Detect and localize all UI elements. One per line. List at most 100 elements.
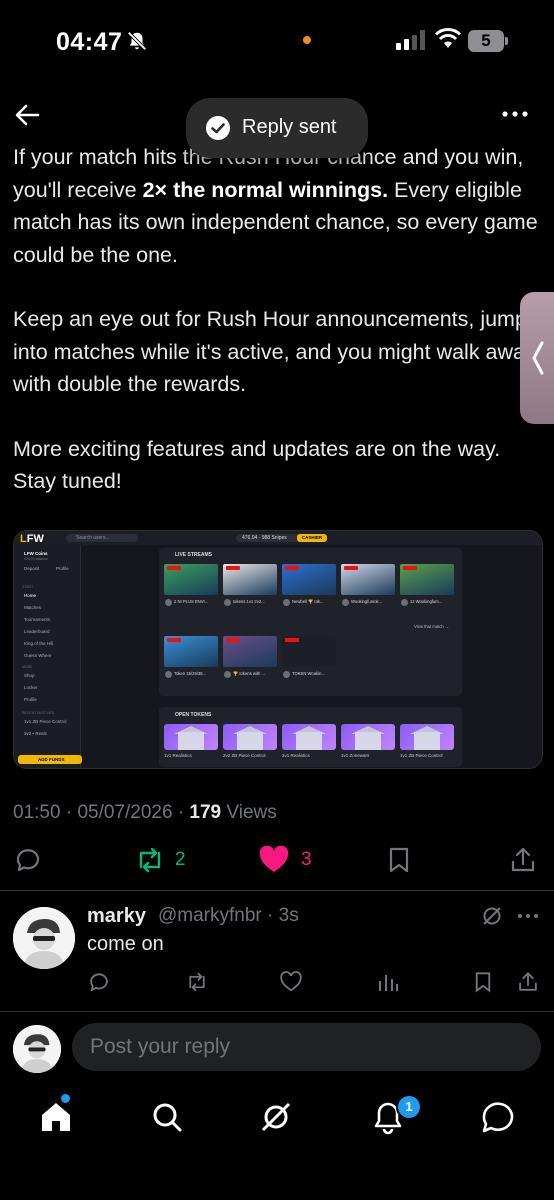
stream-thumbnail <box>282 564 336 595</box>
post-body: If your match hits the Rush Hour chance … <box>13 141 543 530</box>
repost-count: 2 <box>175 849 186 870</box>
search-icon[interactable] <box>147 1097 187 1137</box>
wifi-icon <box>434 28 462 48</box>
back-arrow-icon[interactable] <box>12 100 42 130</box>
reply-author-handle[interactable]: @markyfnbr · 3s <box>158 905 299 927</box>
avatar <box>13 1025 61 1073</box>
avatar <box>224 599 231 606</box>
heart-icon[interactable] <box>279 971 303 993</box>
post-paragraph: Keep an eye out for Rush Hour announceme… <box>13 303 543 401</box>
repost-icon[interactable] <box>134 846 166 874</box>
stream-thumbnail <box>223 564 277 595</box>
share-icon[interactable] <box>509 846 537 874</box>
post-paragraph: More exciting features and updates are o… <box>13 433 543 498</box>
more-options-icon[interactable] <box>498 102 532 126</box>
token-house <box>355 732 381 750</box>
token-card <box>400 724 454 750</box>
image-sidebar-section: START <box>22 585 34 589</box>
more-options-icon[interactable] <box>516 910 540 922</box>
stream-title: 2 NI PLUS ENVI... <box>174 599 209 604</box>
post-image[interactable]: LFW Search users... 476.04 · 988 Snipes … <box>13 530 543 769</box>
image-sidebar-item: Profile <box>24 697 37 702</box>
signal-icon <box>396 30 425 50</box>
image-account-sub: 476.04 balance <box>24 557 48 561</box>
token-card <box>341 724 395 750</box>
stream-thumbnail <box>400 564 454 595</box>
image-cashier-button: CASHIER <box>297 534 327 542</box>
reply-input[interactable] <box>72 1023 541 1071</box>
stream-thumbnail <box>223 636 277 667</box>
image-open-tokens-title: OPEN TOKENS <box>175 712 212 718</box>
divider <box>0 1011 554 1012</box>
image-sidebar-item: Tournaments <box>24 617 51 622</box>
home-indicator-dot <box>61 1094 70 1103</box>
messages-icon[interactable] <box>478 1097 518 1137</box>
stream-title: Wookingfumok... <box>351 599 383 604</box>
reply-sent-toast: Reply sent <box>186 98 368 158</box>
live-badge <box>226 566 240 570</box>
lfw-logo: LFW <box>20 533 44 545</box>
image-sidebar: LFW Coins 476.04 balance Deposit Profile… <box>14 545 82 768</box>
live-badge <box>403 566 417 570</box>
reply-text: come on <box>87 933 164 955</box>
image-account-name: LFW Coins <box>24 551 48 556</box>
grok-icon[interactable] <box>481 905 503 927</box>
stream-meta: tokens 1v1 2v2... <box>223 598 277 618</box>
stream-thumbnail <box>164 636 218 667</box>
notifications-badge: 1 <box>396 1094 422 1120</box>
token-label: 2v2 ZB Piece Control <box>223 753 266 758</box>
token-card <box>164 724 218 750</box>
post-meta: 01:50 · 05/07/2026 · 179 Views <box>13 802 277 823</box>
image-sidebar-item: Shop <box>24 673 35 678</box>
avatar <box>165 599 172 606</box>
stream-title: tokens 1v1 2v2... <box>233 599 265 604</box>
bookmark-icon[interactable] <box>473 971 493 993</box>
paragraph-text: More exciting features and updates are o… <box>13 436 501 494</box>
live-badge <box>285 566 299 570</box>
reply-icon[interactable] <box>14 846 42 874</box>
post-paragraph: If your match hits the Rush Hour chance … <box>13 141 543 271</box>
stream-meta: 2 NI PLUS ENVI... <box>164 598 218 618</box>
image-search-field: Search users... <box>66 534 138 542</box>
stream-meta: Newbell 🏆 tok... <box>282 598 336 618</box>
image-sidebar-item: Leaderboard <box>24 629 50 634</box>
stream-title: 1z Wookingfum... <box>410 599 443 604</box>
grok-icon[interactable] <box>256 1097 296 1137</box>
share-icon[interactable] <box>517 971 539 993</box>
image-topbar: LFW Search users... 476.04 · 988 Snipes … <box>14 531 542 545</box>
bell-off-icon <box>127 31 147 51</box>
stream-meta: 🏆 tokens with ... <box>223 670 277 690</box>
bookmark-icon[interactable] <box>387 846 411 874</box>
home-icon[interactable] <box>36 1097 76 1137</box>
live-badge <box>167 638 181 642</box>
stream-meta: Token 15/25/35... <box>164 670 218 690</box>
avatar <box>342 599 349 606</box>
live-badge <box>285 638 299 642</box>
toast-text: Reply sent <box>242 116 337 138</box>
token-label: 1v1 Realistics <box>282 753 310 758</box>
privacy-indicator-dot <box>303 36 311 44</box>
image-sidebar-item: King of the Hill <box>24 641 54 646</box>
image-view-more: View that match → <box>414 624 450 629</box>
reply-icon[interactable] <box>88 971 110 993</box>
image-sidebar-section: RECENT MATCHES <box>22 711 55 715</box>
image-live-streams-title: LIVE STREAMS <box>175 552 212 558</box>
views-label: Views <box>226 802 277 823</box>
avatar[interactable] <box>13 907 75 969</box>
paragraph-text: Keep an eye out for Rush Hour announceme… <box>13 307 536 396</box>
paragraph-bold: 2× the normal winnings. <box>142 177 389 202</box>
views-icon[interactable] <box>377 971 399 993</box>
status-time: 04:47 <box>56 28 123 56</box>
repost-icon[interactable] <box>185 971 209 993</box>
avatar-figure <box>13 907 75 969</box>
token-house <box>178 732 204 750</box>
token-house <box>414 732 440 750</box>
check-circle-icon <box>206 116 230 140</box>
image-add-funds: ADD FUNDS <box>18 755 82 764</box>
chevron-left-icon <box>532 341 544 375</box>
reply-author-name[interactable]: marky <box>87 905 146 928</box>
heart-filled-icon[interactable] <box>258 846 290 874</box>
stream-title: TOKEN Wookin... <box>292 671 325 676</box>
avatar <box>165 671 172 678</box>
token-label: 1v1 Zonewars <box>341 753 370 758</box>
